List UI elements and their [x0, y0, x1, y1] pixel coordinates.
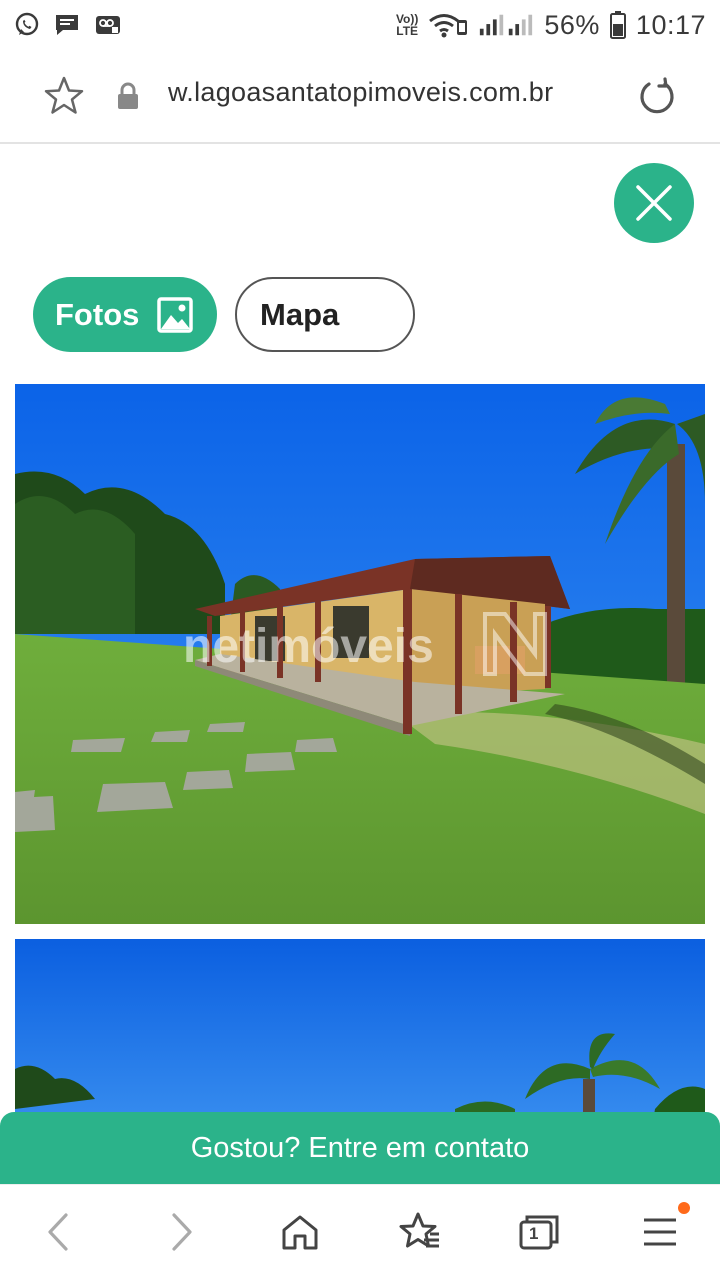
volte-indicator: Vo)) LTE — [396, 13, 418, 37]
property-photo-1[interactable]: netimóveis — [15, 384, 705, 924]
contact-label: Gostou? Entre em contato — [190, 1131, 530, 1164]
contact-button[interactable]: Gostou? Entre em contato — [0, 1112, 720, 1184]
address-bar: w.lagoasantatopimoveis.com.br — [0, 50, 720, 144]
forward-button[interactable] — [156, 1207, 206, 1257]
whatsapp-icon — [15, 12, 39, 36]
menu-button[interactable] — [635, 1207, 685, 1257]
close-button[interactable] — [614, 163, 694, 243]
property-photo-2[interactable] — [15, 939, 705, 1139]
message-icon — [56, 15, 78, 35]
lock-icon — [118, 82, 138, 109]
property-photo-2-image — [15, 939, 705, 1139]
status-left-icons — [14, 12, 122, 38]
close-icon — [636, 185, 672, 221]
tabs-icon — [519, 1215, 559, 1250]
signal-icon — [480, 14, 533, 36]
image-icon — [157, 296, 194, 333]
property-photo-1-image: netimóveis — [15, 384, 705, 924]
menu-notification-dot — [678, 1202, 690, 1214]
lte-label: LTE — [396, 24, 419, 38]
url-field[interactable]: w.lagoasantatopimoveis.com.br — [168, 77, 608, 108]
back-button[interactable] — [34, 1207, 84, 1257]
tab-fotos-label: Fotos — [55, 296, 140, 332]
watermark: netimóveis — [183, 620, 434, 673]
menu-icon — [644, 1218, 676, 1246]
reload-icon[interactable] — [636, 76, 678, 118]
battery-percent: 56% — [544, 9, 600, 40]
status-bar: Vo)) LTE 56% 10:17 — [0, 0, 720, 50]
clock: 10:17 — [635, 9, 706, 40]
tab-fotos[interactable]: Fotos — [33, 277, 217, 352]
bookmarks-button[interactable] — [395, 1207, 445, 1257]
home-button[interactable] — [275, 1207, 325, 1257]
home-icon — [282, 1215, 318, 1250]
tab-mapa[interactable]: Mapa — [235, 277, 415, 352]
status-right: Vo)) LTE 56% 10:17 — [396, 10, 706, 41]
browser-bottom-nav: 1 — [0, 1184, 720, 1280]
forward-icon — [172, 1213, 192, 1251]
tab-mapa-label: Mapa — [260, 296, 340, 332]
back-icon — [48, 1213, 68, 1251]
screen: Vo)) LTE 56% 10:17 w.lagoasantatopimovei… — [0, 0, 720, 1280]
wifi-icon — [429, 14, 468, 38]
tabs-count: 1 — [529, 1224, 539, 1243]
star-icon[interactable] — [42, 74, 86, 118]
battery-icon — [609, 11, 626, 39]
voicemail-icon — [96, 16, 120, 34]
bookmarks-icon — [399, 1212, 439, 1248]
tabs-button[interactable]: 1 — [514, 1207, 564, 1257]
